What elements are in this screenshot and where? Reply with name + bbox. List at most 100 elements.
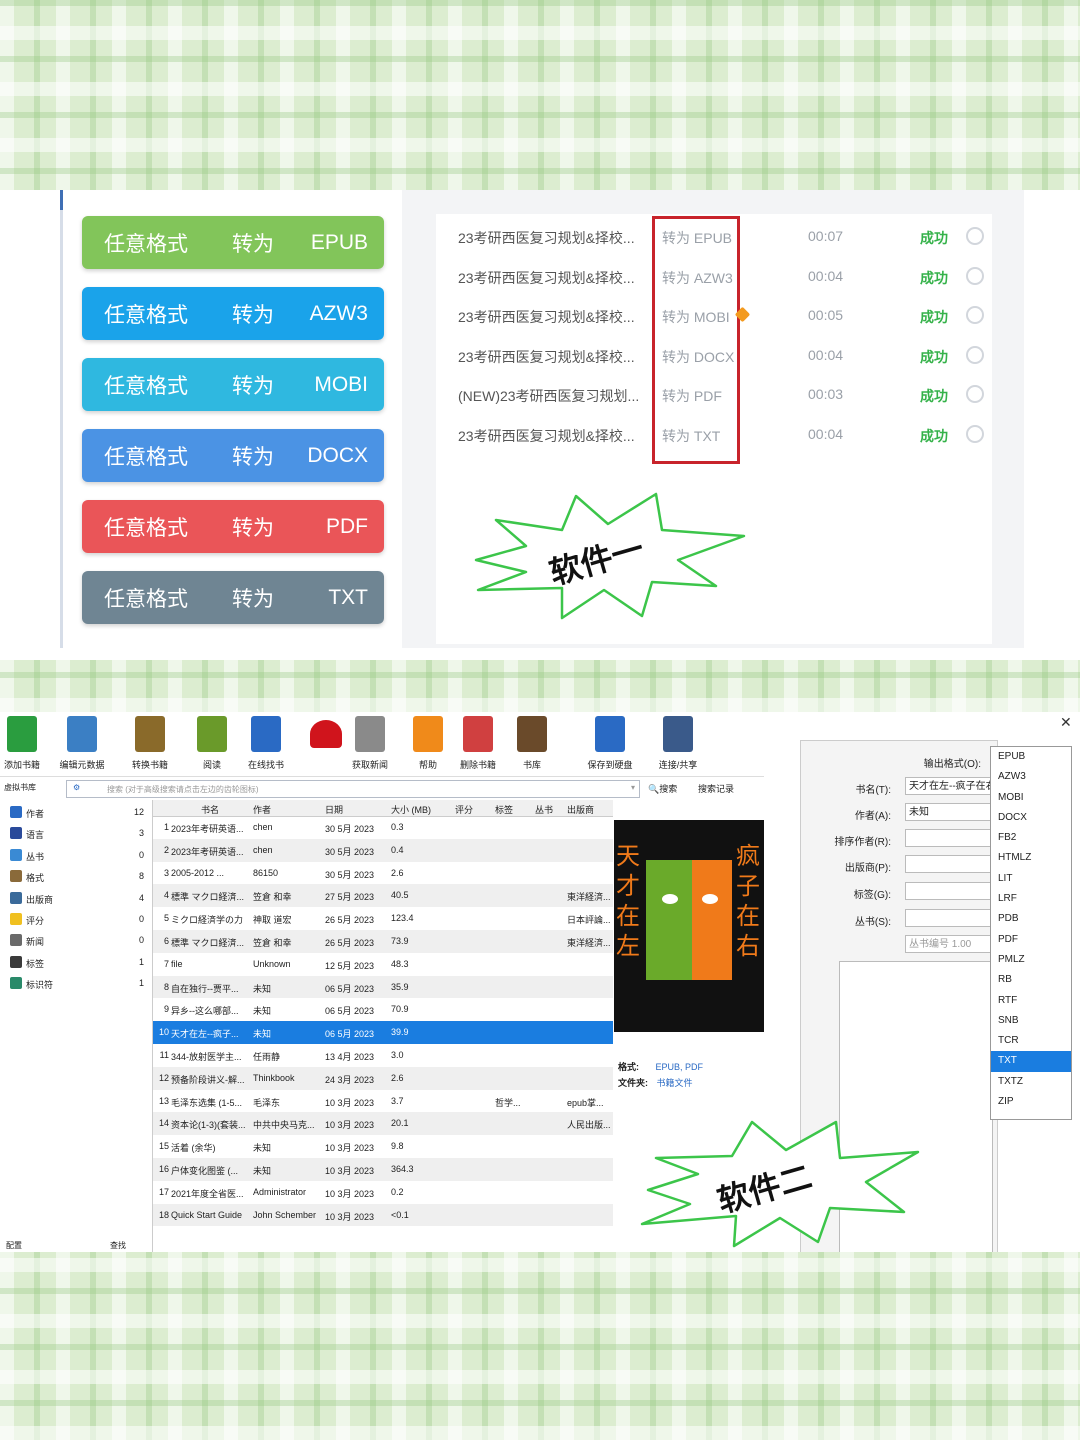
table-row[interactable]: 16 户体变化图鉴 (... 未知 10 3月 2023 364.3 (153, 1158, 613, 1181)
column-header[interactable]: 日期 (325, 803, 343, 816)
table-row[interactable]: 7 file Unknown 12 5月 2023 48.3 (153, 953, 613, 976)
toolbar-button-4[interactable]: 在线找书 (236, 716, 296, 771)
open-folder-icon[interactable] (966, 266, 984, 285)
format-option[interactable]: RTF (991, 991, 1071, 1011)
format-option[interactable]: ZIP (991, 1092, 1071, 1112)
saved-search-button[interactable]: 搜索记录 (698, 782, 734, 795)
configure-button[interactable]: 配置 (6, 1240, 22, 1251)
tag-category-8[interactable]: 标识符 1 (0, 975, 148, 993)
cell-title: 预备阶段讲义-解... (171, 1074, 245, 1085)
author-input[interactable]: 未知 (905, 803, 991, 821)
table-row[interactable]: 11 344-放射医学主... 任雨静 13 4月 2023 3.0 (153, 1044, 613, 1067)
open-folder-icon[interactable] (966, 345, 984, 364)
toolbar-button-9[interactable]: 书库 (502, 716, 562, 771)
table-row[interactable]: 14 资本论(1-3)(套装... 中共中央马克... 10 3月 2023 20.1 人… (153, 1112, 613, 1136)
table-row[interactable]: 4 標準 マクロ経済... 笠倉 和幸 27 5月 2023 40.5 東洋経済... (153, 884, 613, 908)
convert-to-docx-button[interactable]: 任意格式 转为 DOCX (82, 429, 384, 482)
open-folder-icon[interactable] (966, 306, 984, 324)
cell-title: file (171, 958, 183, 969)
table-row[interactable]: 3 2005-2012 ... 86150 30 5月 2023 2.6 (153, 862, 613, 885)
table-row[interactable]: 8 自在独行--贾平... 未知 06 5月 2023 35.9 (153, 975, 613, 999)
tag-category-1[interactable]: 语言 3 (0, 825, 148, 843)
task-status: 成功 (920, 309, 948, 325)
column-header[interactable]: 出版商 (567, 803, 594, 816)
table-row[interactable]: 10 天才在左--疯子... 未知 06 5月 2023 39.9 (153, 1021, 613, 1044)
convert-to-txt-button[interactable]: 任意格式 转为 TXT (82, 571, 384, 624)
format-option[interactable]: LIT (991, 869, 1071, 889)
formats-link[interactable]: EPUB, PDF (656, 1062, 704, 1072)
search-input[interactable]: ⚙ 搜索 (对于高级搜索请点击左边的齿轮图标) ▾ (66, 780, 640, 798)
format-option[interactable]: TCR (991, 1031, 1071, 1051)
toolbar-button-10[interactable]: 保存到硬盘 (580, 716, 640, 771)
toolbar-button-1[interactable]: 编辑元数据 (52, 716, 112, 771)
cell-date: 26 5月 2023 (325, 915, 375, 926)
table-row[interactable]: 5 ミクロ経済学の力 神取 道宏 26 5月 2023 123.4 日本評論... (153, 907, 613, 930)
column-header[interactable]: 大小 (MB) (391, 803, 431, 816)
column-header[interactable]: 评分 (455, 803, 473, 816)
open-folder-icon[interactable] (966, 227, 984, 245)
tags-input[interactable] (905, 882, 991, 900)
author-sort-input[interactable] (905, 829, 991, 847)
series-number-input[interactable]: 丛书编号 1.00 (905, 935, 991, 953)
table-row[interactable]: 17 2021年度全省医... Administrator 10 3月 2023 0.2 (153, 1181, 613, 1204)
table-row[interactable]: 1 2023年考研英语... chen 30 5月 2023 0.3 (153, 816, 613, 839)
tag-category-3[interactable]: 格式 8 (0, 868, 148, 886)
column-header[interactable]: 作者 (253, 803, 271, 816)
folder-link[interactable]: 书籍文件 (657, 1078, 693, 1088)
tag-category-6[interactable]: 新闻 0 (0, 932, 148, 950)
toolbar-button-0[interactable]: 添加书籍 (0, 716, 52, 771)
convert-to-pdf-button[interactable]: 任意格式 转为 PDF (82, 500, 384, 553)
format-option[interactable]: DOCX (991, 808, 1071, 828)
column-header[interactable]: 标签 (495, 803, 513, 816)
open-folder-icon[interactable] (966, 385, 984, 403)
find-button[interactable]: 查找 (110, 1240, 126, 1251)
close-icon[interactable]: ✕ (1060, 714, 1072, 731)
tag-category-0[interactable]: 作者 12 (0, 804, 148, 822)
tag-category-4[interactable]: 出版商 4 (0, 890, 148, 908)
format-option[interactable]: FB2 (991, 828, 1071, 848)
toolbar-button-3[interactable]: 阅读 (182, 716, 242, 771)
table-row[interactable]: 12 预备阶段讲义-解... Thinkbook 24 3月 2023 2.6 (153, 1066, 613, 1090)
title-input[interactable]: 天才在左--疯子在右 (905, 777, 991, 795)
cell-date: 10 3月 2023 (325, 1120, 375, 1131)
cell-date: 30 5月 2023 (325, 869, 375, 880)
table-row[interactable]: 15 活着 (余华) 未知 10 3月 2023 9.8 (153, 1135, 613, 1158)
column-header[interactable]: 丛书 (535, 803, 553, 816)
series-input[interactable] (905, 909, 991, 927)
format-option[interactable]: PDF (991, 930, 1071, 950)
table-row[interactable]: 9 异乡--这么哪部... 未知 06 5月 2023 70.9 (153, 998, 613, 1021)
toolbar-button-11[interactable]: 连接/共享 (648, 716, 708, 771)
format-option[interactable]: AZW3 (991, 767, 1071, 787)
format-option[interactable]: TXTZ (991, 1072, 1071, 1092)
format-option[interactable]: TXT (991, 1051, 1071, 1072)
column-header[interactable]: 书名 (201, 803, 219, 816)
convert-to-epub-button[interactable]: 任意格式 转为 EPUB (82, 216, 384, 269)
format-option[interactable]: SNB (991, 1011, 1071, 1031)
format-option[interactable]: LRF (991, 889, 1071, 909)
format-option[interactable]: EPUB (991, 747, 1071, 767)
table-row[interactable]: 6 標準 マクロ経済... 笠倉 和幸 26 5月 2023 73.9 東洋経済... (153, 930, 613, 953)
cell-author: 未知 (253, 1029, 272, 1040)
format-option[interactable]: RB (991, 970, 1071, 990)
cell-date: 27 5月 2023 (325, 892, 375, 903)
toolbar-button-6[interactable]: 获取新闻 (340, 716, 400, 771)
table-row[interactable]: 2 2023年考研英语... chen 30 5月 2023 0.4 (153, 838, 613, 862)
open-folder-icon[interactable] (966, 424, 984, 443)
toolbar-button-2[interactable]: 转换书籍 (120, 716, 180, 771)
search-button[interactable]: 🔍搜索 (648, 782, 677, 795)
tag-category-2[interactable]: 丛书 0 (0, 847, 148, 865)
publisher-input[interactable] (905, 855, 991, 873)
convert-to-azw3-button[interactable]: 任意格式 转为 AZW3 (82, 287, 384, 340)
format-option[interactable]: PDB (991, 909, 1071, 929)
convert-to-mobi-button[interactable]: 任意格式 转为 MOBI (82, 358, 384, 411)
table-row[interactable]: 13 毛泽东选集 (1-5... 毛泽东 10 3月 2023 3.7 哲学... epub… (153, 1090, 613, 1113)
format-option[interactable]: HTMLZ (991, 848, 1071, 868)
table-row[interactable]: 18 Quick Start Guide John Schember 10 3月 20… (153, 1203, 613, 1227)
tag-category-5[interactable]: 评分 0 (0, 911, 148, 929)
virtual-library-button[interactable]: 虚拟书库 (4, 782, 36, 793)
tag-category-7[interactable]: 标签 1 (0, 954, 148, 972)
toolbar-button-8[interactable]: 删除书籍 (448, 716, 508, 771)
format-option[interactable]: PMLZ (991, 950, 1071, 970)
format-option[interactable]: MOBI (991, 788, 1071, 808)
tag-category-count: 12 (133, 807, 144, 817)
